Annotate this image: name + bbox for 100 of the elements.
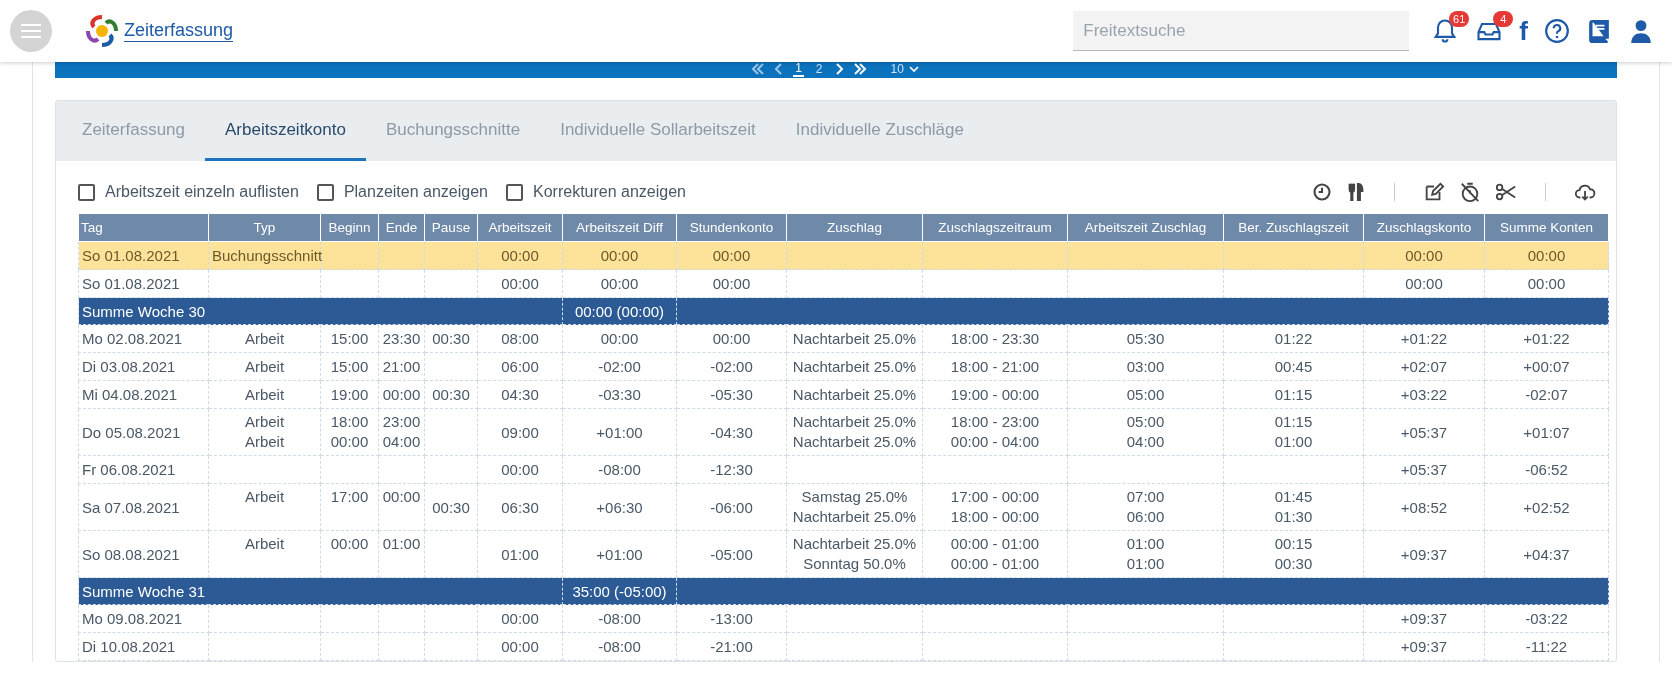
previous-page-icon[interactable]	[775, 63, 784, 75]
table-cell: Di 03.08.2021	[78, 352, 209, 381]
table-cell-text: 00:00 - 04:00	[949, 432, 1041, 452]
table-cell: 00:45	[1223, 352, 1364, 381]
search-field[interactable]: Freitextsuche	[1073, 11, 1410, 51]
column-header[interactable]: Summe Konten	[1484, 213, 1609, 242]
table-cell-text: 17:00 - 00:00	[949, 487, 1041, 507]
stopwatch-off-icon[interactable]	[1459, 181, 1481, 203]
table-cell: 00:00	[676, 324, 787, 353]
menu-icon	[21, 24, 41, 38]
table-cell: +03:22	[1363, 380, 1485, 409]
checkbox[interactable]	[316, 183, 334, 201]
table-cell: Fr 06.08.2021	[78, 455, 209, 484]
table-cell: 23:00	[382, 412, 421, 432]
table-cell: 05:00	[1067, 380, 1224, 409]
table-cell: 19:00	[320, 380, 379, 409]
table-cell: Arbeit	[208, 352, 321, 381]
table-cell: +09:37	[1363, 530, 1485, 578]
table-cell: 00:00	[562, 324, 677, 353]
table-cell: 06:00	[477, 352, 563, 381]
first-page-icon[interactable]	[751, 63, 766, 75]
table-cell: Mo 09.08.2021	[78, 604, 209, 633]
column-header[interactable]: Arbeitszeit	[477, 213, 563, 242]
checkbox-label[interactable]: Planzeiten anzeigen	[343, 183, 488, 201]
table-cell: So 01.08.2021	[78, 241, 209, 270]
table-cell-text: 05:00	[1125, 412, 1166, 432]
scissors-icon[interactable]	[1495, 181, 1517, 203]
table-cell: +05:37	[1363, 408, 1485, 456]
tab[interactable]: Individuelle Sollarbeitszeit	[540, 101, 776, 161]
table-cell: +04:37	[1484, 530, 1609, 578]
table-cell: +00:07	[1484, 352, 1609, 381]
column-header[interactable]: Stundenkonto	[676, 213, 787, 242]
next-page-icon[interactable]	[834, 63, 843, 75]
book-icon[interactable]	[1586, 18, 1612, 44]
app-title[interactable]: Zeiterfassung	[124, 20, 234, 42]
table-cell-text: 06:00	[1125, 507, 1166, 527]
table-cell: -05:00	[676, 530, 787, 578]
table-cell: 00:00	[477, 455, 563, 484]
page-button[interactable]: 2	[813, 62, 825, 76]
table-cell: 00:00	[477, 604, 563, 633]
column-header[interactable]: Typ	[208, 213, 321, 242]
caret-icon	[908, 65, 919, 73]
column-header[interactable]: Arbeitszeit Zuschlag	[1067, 213, 1224, 242]
table-cell: -05:30	[676, 380, 787, 409]
checkbox-label[interactable]: Korrekturen anzeigen	[533, 183, 686, 201]
table-cell-text: 00:00	[329, 534, 370, 554]
table-cell: 21:00	[378, 352, 425, 381]
table-cell-text: 01:00	[1273, 432, 1314, 452]
column-header[interactable]: Ber. Zuschlagszeit	[1223, 213, 1364, 242]
column-header[interactable]: Arbeitszeit Diff	[562, 213, 677, 242]
table-cell: 00:00	[477, 269, 563, 298]
table-cell-text: Arbeit	[243, 412, 286, 432]
table-cell: 00:00	[1363, 241, 1485, 270]
tab[interactable]: Arbeitszeitkonto	[205, 101, 366, 161]
table-cell: 23:30	[378, 324, 425, 353]
table-cell: Di 10.08.2021	[78, 632, 209, 661]
table-cell-text: 18:00 - 23:00	[949, 412, 1041, 432]
table-cell: 00:30	[424, 483, 478, 531]
tab[interactable]: Buchungsschnitte	[365, 101, 541, 161]
table-cell-text: 01:00	[1125, 534, 1166, 554]
checkbox-label[interactable]: Arbeitszeit einzeln auflisten	[105, 183, 299, 201]
clock-icon[interactable]	[1312, 182, 1332, 202]
table-cell: 15:00	[320, 352, 379, 381]
page-button[interactable]: 1	[793, 61, 804, 77]
column-header[interactable]: Ende	[378, 213, 425, 242]
column-header[interactable]: Beginn	[320, 213, 379, 242]
table-cell: So 08.08.2021	[78, 530, 209, 578]
table-cell: 01:15	[1223, 380, 1364, 409]
help-icon[interactable]	[1544, 18, 1570, 44]
week-sum-value: 00:00 (00:00)	[562, 297, 677, 325]
week-sum-label: Summe Woche 31	[78, 577, 563, 605]
edit-icon[interactable]	[1423, 181, 1445, 203]
column-header[interactable]: Pause	[424, 213, 478, 242]
facebook-icon[interactable]: f	[1519, 18, 1528, 44]
column-header[interactable]: Zuschlagszeitraum	[922, 213, 1068, 242]
tab[interactable]: Zeiterfassung	[62, 101, 205, 161]
user-icon[interactable]	[1628, 18, 1654, 44]
fork-knife-icon[interactable]	[1346, 181, 1366, 203]
table-cell: 04:00	[382, 432, 421, 452]
table-cell-text: 01:15	[1273, 412, 1314, 432]
table-cell: -06:52	[1484, 455, 1609, 484]
table-cell-text: 00:30	[1273, 554, 1314, 574]
checkbox[interactable]	[506, 183, 523, 201]
tab[interactable]: Individuelle Zuschläge	[775, 101, 984, 161]
column-header[interactable]: Tag	[78, 213, 209, 242]
column-header[interactable]: Zuschlag	[786, 213, 923, 242]
table-cell-text: 00:00 - 01:00	[949, 534, 1041, 554]
table-cell-text: Samstag 25.0%	[800, 487, 909, 507]
table-cell: -03:22	[1484, 604, 1609, 633]
checkbox[interactable]	[78, 183, 95, 201]
table-cell-text: Arbeit	[243, 534, 286, 554]
table-cell: +01:00	[562, 530, 677, 578]
table-cell-text: 07:00	[1125, 487, 1166, 507]
table-cell-text: 00:00 - 01:00	[949, 554, 1041, 574]
last-page-icon[interactable]	[852, 63, 867, 75]
table-cell: 00:00	[1484, 241, 1609, 270]
table-cell: Mi 04.08.2021	[78, 380, 209, 409]
table-cell: 00:00	[562, 269, 677, 298]
column-header[interactable]: Zuschlagskonto	[1363, 213, 1485, 242]
page-size-select[interactable]: 10	[888, 62, 921, 76]
